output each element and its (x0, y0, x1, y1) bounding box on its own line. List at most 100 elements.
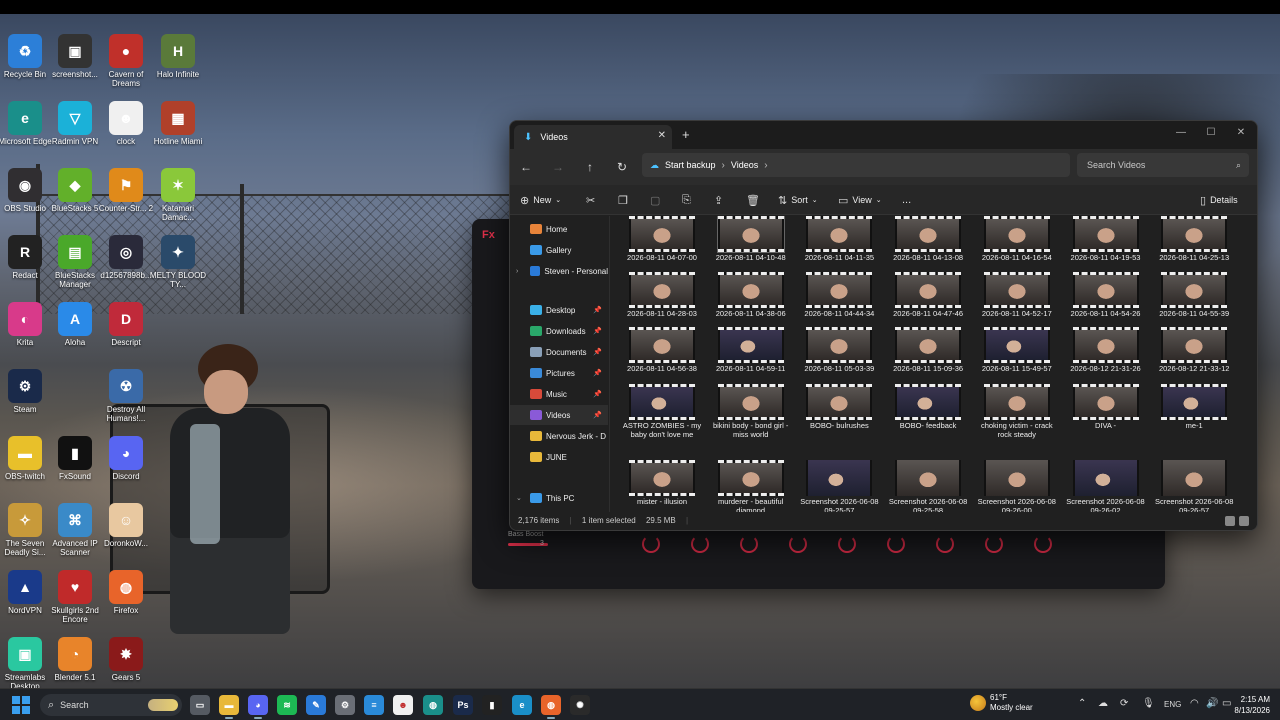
nav-item[interactable]: Documents 📌 (510, 342, 608, 362)
video-file[interactable]: 2026-08-11 04-38-06 (711, 272, 791, 319)
video-file[interactable]: 2026-08-12 21-33-12 (1154, 327, 1234, 374)
eq-knob[interactable] (936, 535, 954, 553)
video-file[interactable]: ASTRO ZOMBIES - my baby don't love me (622, 384, 702, 439)
video-file[interactable]: 2026-08-11 04-16-54 (977, 216, 1057, 263)
video-file[interactable]: 2026-08-11 04-25-13 (1154, 216, 1234, 263)
cloud-tray-icon[interactable]: ☁ (1098, 698, 1108, 709)
nav-item[interactable]: Desktop 📌 (510, 300, 608, 320)
video-file[interactable]: BOBO- feedback (888, 384, 968, 431)
nav-item[interactable]: Music 📌 (510, 384, 608, 404)
taskbar-discord-icon[interactable]: ◕ (248, 695, 268, 719)
video-file[interactable]: 2026-08-11 04-13-08 (888, 216, 968, 263)
view-button[interactable]: ▭ View ⌄ (838, 192, 882, 208)
tiles-view-icon[interactable] (1239, 516, 1249, 526)
close-window-button[interactable]: ✕ (1226, 123, 1256, 143)
close-tab-icon[interactable]: ✕ (658, 130, 666, 141)
nav-item[interactable]: JUNE (510, 447, 608, 467)
forward-button[interactable]: → (550, 159, 566, 175)
desktop-icon[interactable]: H Halo Infinite (148, 34, 208, 79)
video-file[interactable]: murderer - beautiful diamond (711, 460, 791, 515)
new-button[interactable]: ⊕ New ⌄ (520, 192, 561, 208)
back-button[interactable]: ← (518, 159, 534, 175)
details-button[interactable]: ▯ Details (1200, 192, 1238, 208)
desktop-icon[interactable]: D Descript (96, 302, 156, 347)
video-file[interactable]: Screenshot 2026-06-08 09-26-57 (1154, 460, 1234, 515)
nav-item[interactable]: › Steven - Personal (510, 261, 608, 281)
nav-item[interactable]: ⌄ This PC (510, 488, 608, 508)
eq-knob[interactable] (789, 535, 807, 553)
address-bar[interactable]: ☁ Start backup › Videos › (642, 153, 1070, 177)
desktop-icon[interactable]: ☺ DoronkoW... (96, 503, 156, 548)
nav-item[interactable]: Nervous Jerk - D (510, 426, 608, 446)
delete-button[interactable]: 🗑 (746, 192, 760, 208)
minimize-button[interactable]: — (1166, 123, 1196, 143)
up-button[interactable]: ↑ (582, 159, 598, 175)
nav-item[interactable]: Home (510, 219, 608, 239)
video-file[interactable]: 2026-08-11 04-54-26 (1066, 272, 1146, 319)
video-file[interactable]: 2026-08-11 05-03-39 (799, 327, 879, 374)
taskbar-task-view-icon[interactable]: ▭ (190, 695, 210, 715)
video-file[interactable]: 2026-08-11 15-49-57 (977, 327, 1057, 374)
desktop-icon[interactable]: ◕ Discord (96, 436, 156, 481)
eq-knob[interactable] (740, 535, 758, 553)
taskbar-firefox-icon[interactable]: ◍ (541, 695, 561, 719)
eq-knob[interactable] (887, 535, 905, 553)
video-file[interactable]: 2026-08-11 04-07-00 (622, 216, 702, 263)
copy-button[interactable]: ❐ (618, 192, 628, 208)
desktop-icon[interactable]: ✦ MELTY BLOOD TY... (148, 235, 208, 289)
video-file[interactable]: 2026-08-12 21-31-26 (1066, 327, 1146, 374)
video-file[interactable]: Screenshot 2026-06-08 09-25-57 (799, 460, 879, 515)
video-file[interactable]: DIVA - (1066, 384, 1146, 431)
sync-tray-icon[interactable]: ⟳ (1120, 698, 1128, 709)
taskbar-chatgpt-icon[interactable]: ✺ (570, 695, 590, 715)
desktop-icon[interactable]: ◍ Firefox (96, 570, 156, 615)
video-file[interactable]: 2026-08-11 04-52-17 (977, 272, 1057, 319)
video-file[interactable]: 2026-08-11 15-09-36 (888, 327, 968, 374)
file-explorer-window[interactable]: ⬇ Videos ✕ + — ☐ ✕ ← → ↑ ↻ ☁ Start backu… (509, 120, 1258, 531)
desktop-icon[interactable]: ⚑ Counter-Str... 2 (96, 168, 156, 213)
eq-knob[interactable] (838, 535, 856, 553)
tab-videos[interactable]: ⬇ Videos ✕ (514, 125, 672, 149)
taskbar-notes-icon[interactable]: ≡ (364, 695, 384, 715)
sort-button[interactable]: ⇅ Sort ⌄ (778, 192, 818, 208)
eq-knob[interactable] (642, 535, 660, 553)
video-file[interactable]: bikini body - bond girl - miss world (711, 384, 791, 439)
video-file[interactable]: 2026-08-11 04-59-11 (711, 327, 791, 374)
cut-button[interactable]: ✂ (586, 192, 595, 208)
video-file[interactable]: 2026-08-11 04-47-46 (888, 272, 968, 319)
eq-knob[interactable] (691, 535, 709, 553)
more-options-button[interactable]: ... (902, 192, 911, 208)
new-tab-button[interactable]: + (682, 127, 690, 142)
video-file[interactable]: 2026-08-11 04-11-35 (799, 216, 879, 263)
start-button[interactable] (12, 696, 30, 714)
nav-item[interactable]: Downloads 📌 (510, 321, 608, 341)
video-file[interactable]: 2026-08-11 04-44-34 (799, 272, 879, 319)
eq-knob[interactable] (1034, 535, 1052, 553)
desktop-icon[interactable]: ☻ clock (96, 101, 156, 146)
taskbar-search[interactable]: ⌕ Search (40, 694, 182, 716)
share-button[interactable]: ⇪ (714, 192, 723, 208)
desktop-icon[interactable]: ▦ Hotline Miami (148, 101, 208, 146)
video-file[interactable]: choking victim - crack rock steady (977, 384, 1057, 439)
search-input[interactable]: Search Videos ⌕ (1077, 153, 1249, 177)
taskbar-spotify-icon[interactable]: ≋ (277, 695, 297, 715)
language-indicator[interactable]: ENG (1164, 700, 1181, 709)
taskbar-edit-app-icon[interactable]: ✎ (306, 695, 326, 715)
expand-chevron-icon[interactable]: ⌄ (516, 494, 522, 502)
video-file[interactable]: 2026-08-11 04-28-03 (622, 272, 702, 319)
taskbar-file-explorer-icon[interactable]: ▬ (219, 695, 239, 719)
video-file[interactable]: 2026-08-11 04-56-38 (622, 327, 702, 374)
nav-item[interactable]: Pictures 📌 (510, 363, 608, 383)
breadcrumb-videos[interactable]: Videos (731, 160, 758, 170)
rename-button[interactable]: ⎘ (682, 192, 691, 208)
video-file[interactable]: 2026-08-11 04-55-39 (1154, 272, 1234, 319)
nav-item[interactable]: Gallery (510, 240, 608, 260)
video-file[interactable]: me-1 (1154, 384, 1234, 431)
taskbar-clock-app-icon[interactable]: ☻ (393, 695, 413, 715)
nav-item[interactable]: Videos 📌 (510, 405, 608, 425)
expand-chevron-icon[interactable]: › (516, 268, 518, 275)
refresh-button[interactable]: ↻ (614, 159, 630, 175)
video-file[interactable]: Screenshot 2026-06-08 09-26-02 (1066, 460, 1146, 515)
video-file[interactable]: 2026-08-11 04-10-48 (711, 216, 791, 263)
breadcrumb-start-backup[interactable]: Start backup (665, 160, 716, 170)
